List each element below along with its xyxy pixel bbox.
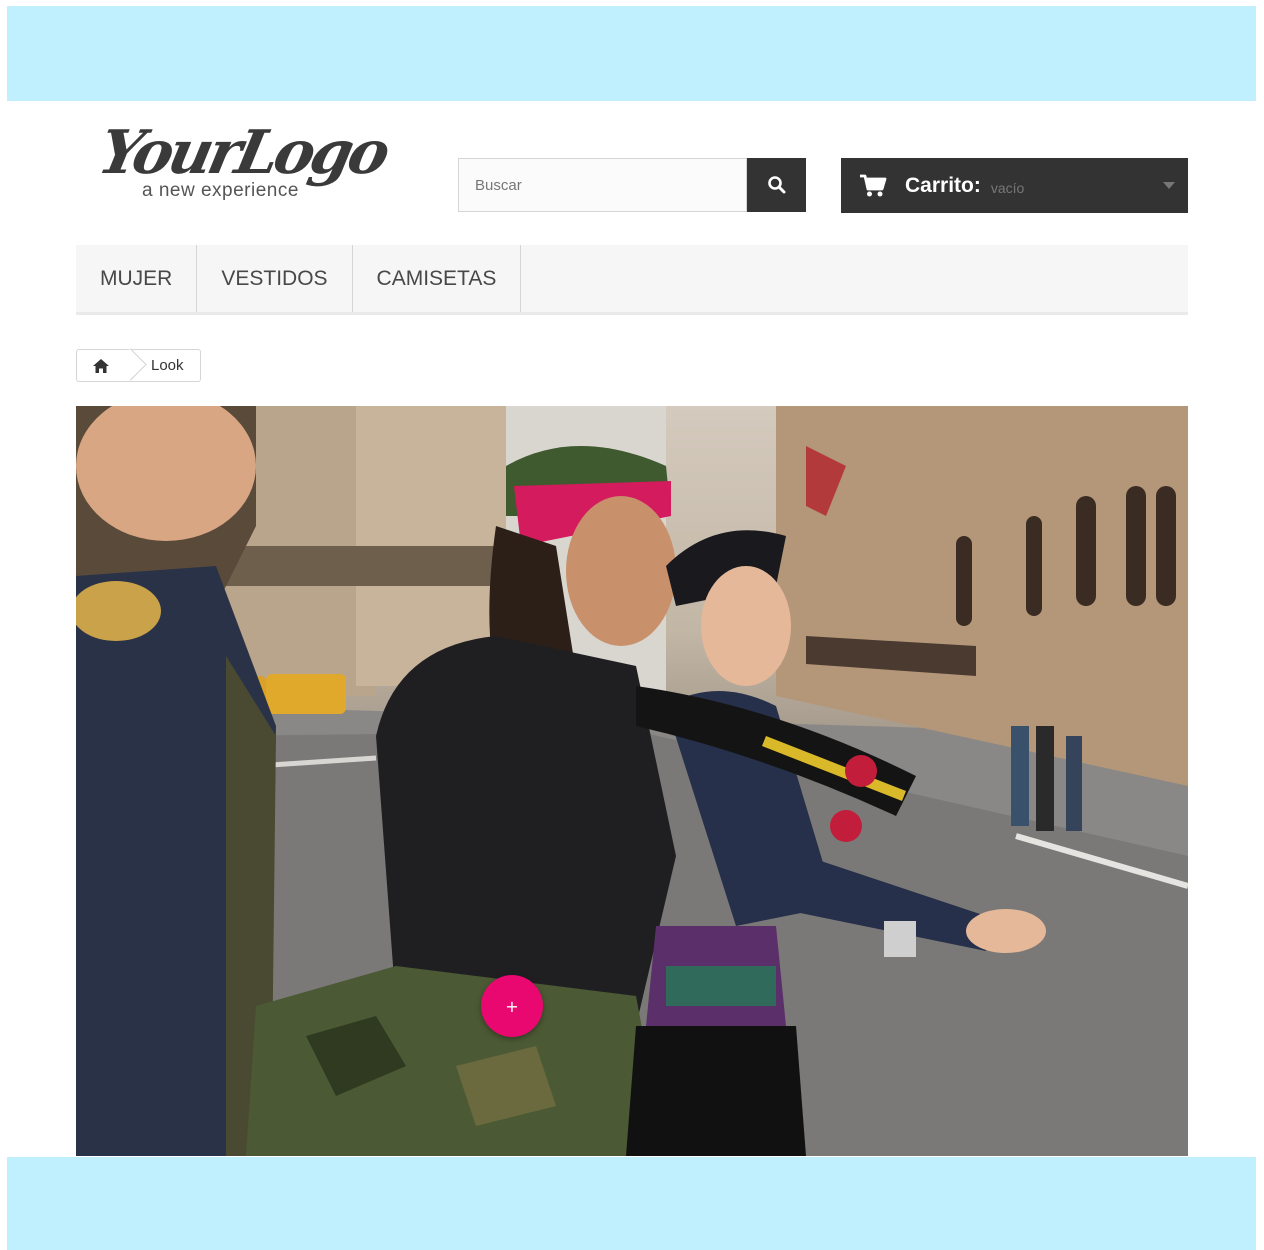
breadcrumb-separator (114, 348, 147, 381)
lookbook-image: + (76, 406, 1188, 1156)
search-input[interactable] (458, 158, 747, 212)
menu-item-mujer[interactable]: MUJER (76, 245, 198, 312)
logo-wordmark: YourLogo (92, 118, 393, 188)
search-icon (767, 176, 785, 194)
cart-status: vacío (990, 179, 1025, 196)
breadcrumb: Look (76, 348, 201, 382)
search-button[interactable] (747, 158, 806, 212)
cart-label: Carrito: (905, 173, 981, 197)
search-bar (458, 158, 806, 212)
street-scene-illustration (76, 406, 1188, 1156)
menu-item-camisetas[interactable]: CAMISETAS (353, 245, 522, 312)
breadcrumb-home[interactable] (77, 348, 147, 381)
menu-item-vestidos[interactable]: VESTIDOS (197, 245, 353, 312)
cart-icon (860, 174, 887, 196)
chevron-down-icon (1163, 182, 1175, 189)
logo-tagline: a new experience (142, 180, 299, 201)
bottom-banner (7, 1157, 1256, 1250)
home-icon (93, 358, 109, 373)
site-logo[interactable]: YourLogo a new experience (93, 118, 393, 213)
breadcrumb-current: Look (151, 357, 184, 374)
product-hotspot-button[interactable]: + (481, 975, 543, 1037)
cart-button[interactable]: Carrito: vacío (841, 158, 1188, 213)
top-banner (7, 6, 1256, 101)
main-menu: MUJER VESTIDOS CAMISETAS (76, 245, 1188, 315)
